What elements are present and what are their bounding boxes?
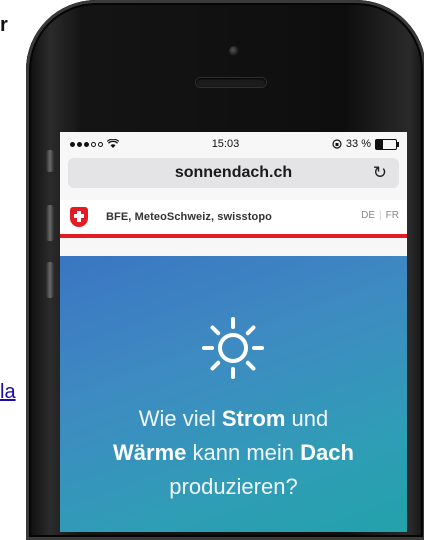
earpiece-speaker (196, 78, 266, 87)
hero-section: Wie viel Strom und Wärme kann mein Dach … (60, 256, 407, 532)
language-separator: | (379, 210, 382, 221)
headline-text: kann mein (186, 440, 301, 465)
page-heading-fragment: r (0, 14, 8, 36)
rotation-lock-icon (332, 139, 342, 149)
wifi-icon (107, 139, 119, 148)
address-bar[interactable]: sonnendach.ch ↻ (68, 158, 399, 188)
headline-text: und (285, 406, 329, 431)
page-link-fragment[interactable]: la (0, 381, 16, 404)
headline-line-3: produzieren? (60, 470, 407, 504)
headline-strong: Strom (221, 406, 286, 431)
phone-screen: 15:03 33 % sonnendach.ch ↻ BFE, MeteoSch… (60, 132, 407, 532)
battery-level-fill (375, 139, 383, 149)
url-text: sonnendach.ch (174, 164, 293, 181)
hero-headline: Wie viel Strom und Wärme kann mein Dach … (60, 402, 407, 504)
status-bar: 15:03 33 % (60, 132, 407, 156)
reload-icon[interactable]: ↻ (373, 163, 387, 183)
phone-volume-up (46, 205, 54, 241)
headline-text: Wie viel (138, 406, 222, 431)
headline-strong: Dach (300, 440, 354, 465)
headline-strong: Wärme (113, 440, 187, 465)
phone-mute-switch (46, 150, 54, 172)
battery-icon (374, 138, 399, 150)
headline-line-2: Wärme kann mein Dach (60, 436, 407, 470)
status-time: 15:03 (211, 138, 240, 150)
language-de[interactable]: DE (361, 210, 375, 221)
language-fr[interactable]: FR (386, 210, 399, 221)
swiss-flag-icon[interactable] (70, 207, 88, 227)
site-header: BFE, MeteoSchweiz, swisstopo DE | FR (60, 200, 407, 238)
language-switcher: DE | FR (361, 210, 399, 221)
headline-text: produzieren? (169, 474, 298, 499)
signal-strength-icon (70, 141, 103, 147)
headline-line-1: Wie viel Strom und (60, 402, 407, 436)
front-camera (229, 46, 239, 56)
phone-volume-down (46, 262, 54, 298)
sun-icon (202, 317, 264, 379)
battery-percent: 33 % (345, 138, 371, 150)
agencies-label: BFE, MeteoSchweiz, swisstopo (106, 211, 272, 223)
